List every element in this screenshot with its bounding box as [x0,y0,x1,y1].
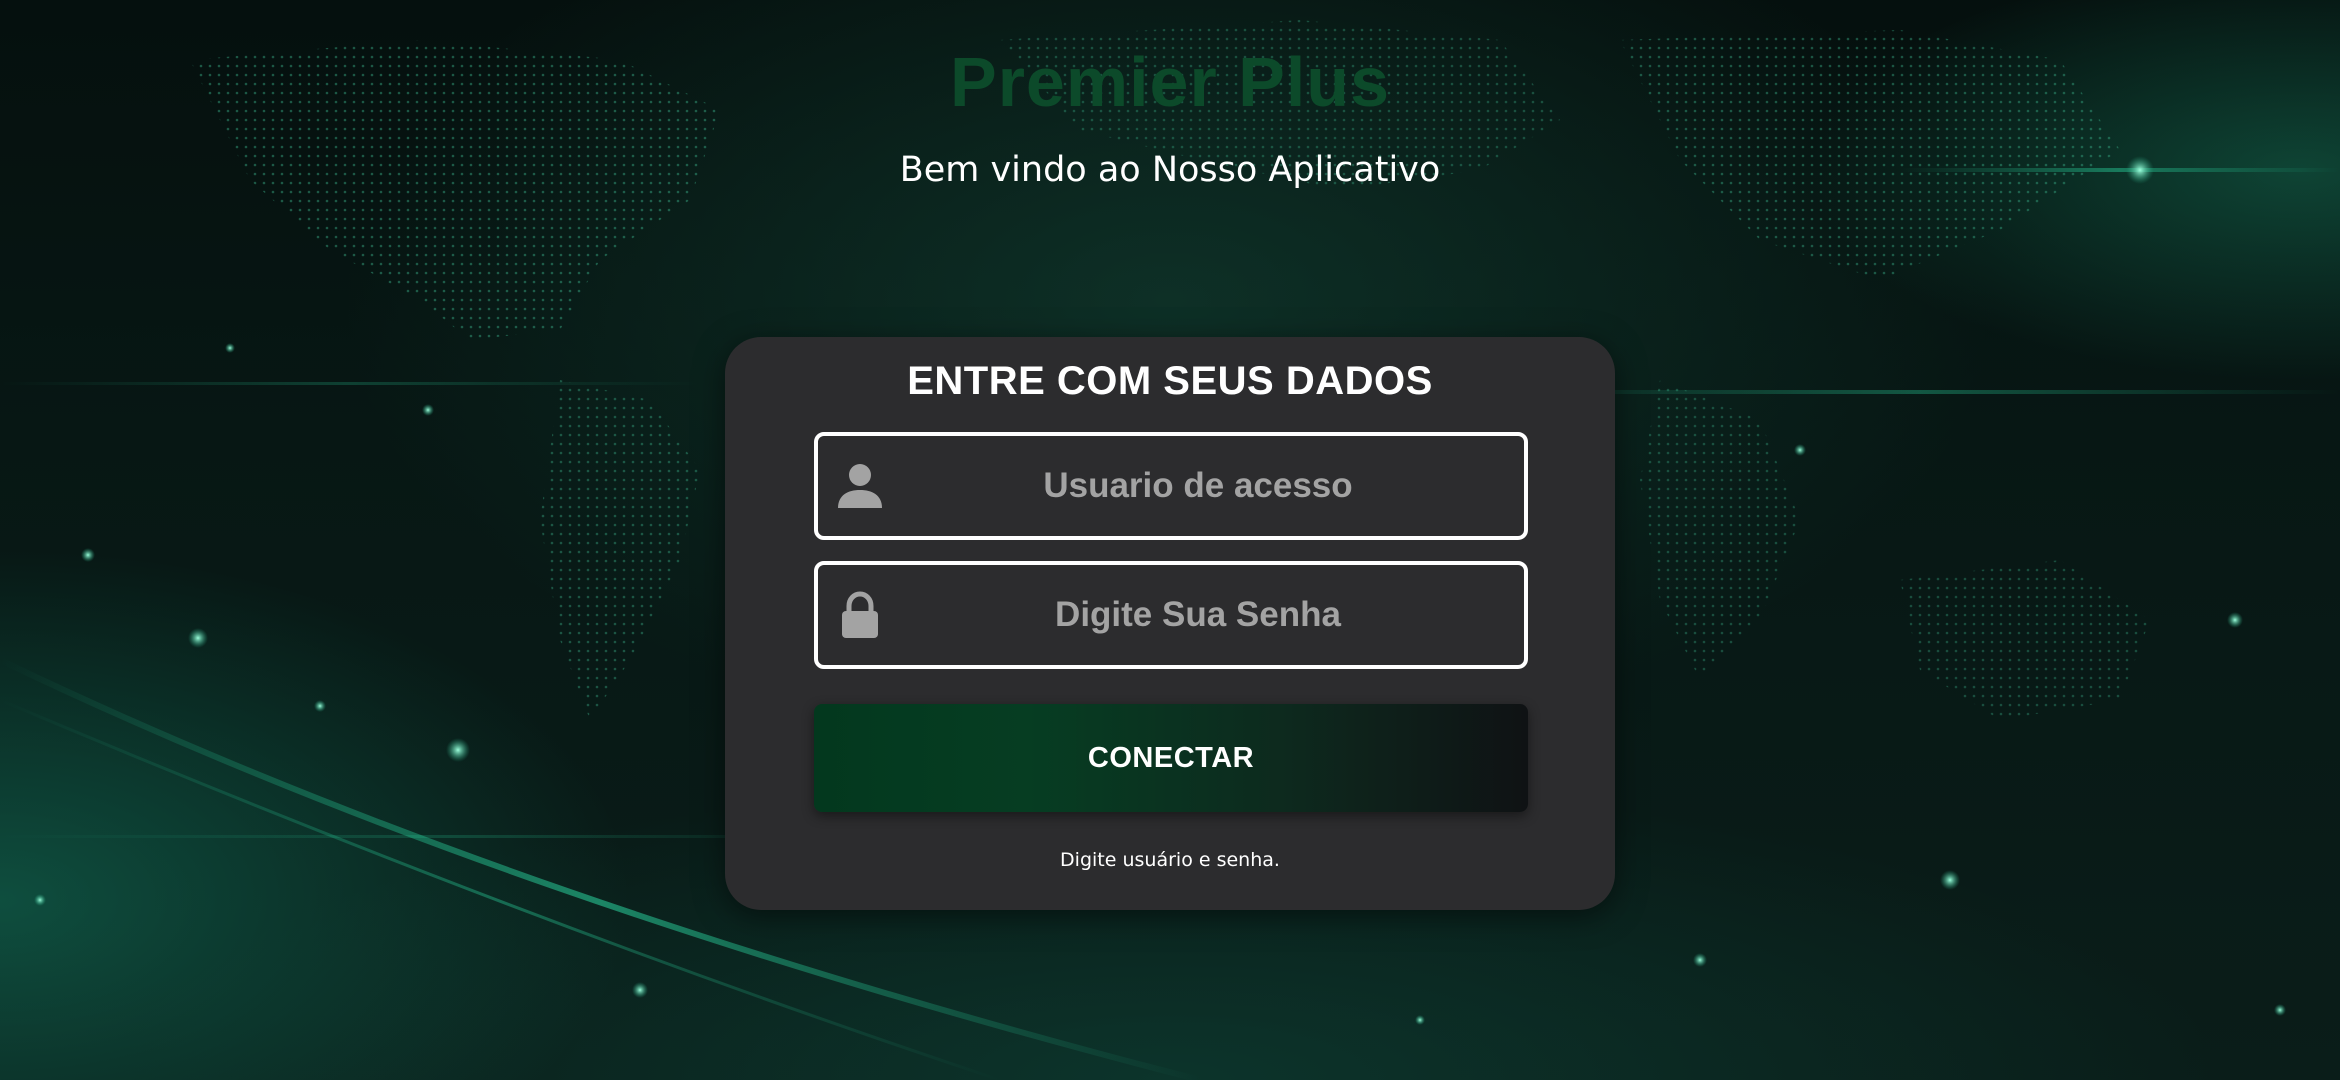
connect-button[interactable]: CONECTAR [814,704,1528,812]
login-screen: Premier Plus Bem vindo ao Nosso Aplicati… [0,0,2340,1080]
login-card: ENTRE COM SEUS DADOS CONECTAR Digite usu… [725,337,1615,910]
person-icon [836,462,884,510]
username-input[interactable] [898,436,1498,536]
login-card-title: ENTRE COM SEUS DADOS [907,359,1433,403]
password-field[interactable] [814,561,1528,669]
welcome-subtitle: Bem vindo ao Nosso Aplicativo [899,150,1441,190]
password-input[interactable] [898,565,1498,665]
login-hint-text: Digite usuário e senha. [1060,849,1280,871]
app-brand-title: Premier Plus [950,43,1390,121]
username-field[interactable] [814,432,1528,540]
lock-icon [836,591,884,639]
